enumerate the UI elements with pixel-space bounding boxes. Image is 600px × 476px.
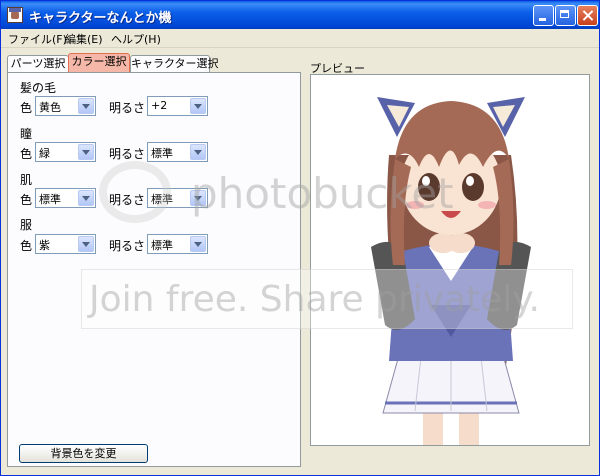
skin-color-value: 標準	[39, 193, 61, 206]
app-window: キャラクターなんとか機 ファイル(F) 編集(E) ヘルプ(H) パーツ選択 カ…	[0, 0, 600, 476]
tab-character[interactable]: キャラクター選択	[130, 55, 219, 72]
preview-panel	[310, 74, 590, 446]
clothes-brightness-label: 明るさ	[109, 239, 146, 253]
chevron-down-icon[interactable]	[78, 98, 94, 114]
section-clothes-title: 服	[20, 218, 33, 232]
hair-brightness-select[interactable]: +2	[147, 96, 208, 116]
chevron-down-icon[interactable]	[190, 236, 206, 252]
chevron-down-icon[interactable]	[78, 144, 94, 160]
eyes-color-label: 色	[20, 147, 33, 161]
clothes-color-select[interactable]: 紫	[35, 234, 96, 254]
tab-parts[interactable]: パーツ選択	[7, 55, 69, 72]
clothes-color-label: 色	[20, 239, 33, 253]
close-button[interactable]	[577, 5, 598, 26]
menu-bar: ファイル(F) 編集(E) ヘルプ(H)	[1, 29, 599, 48]
chevron-down-icon[interactable]	[78, 236, 94, 252]
minimize-button[interactable]	[533, 5, 554, 26]
hair-brightness-value: +2	[151, 99, 168, 112]
chevron-down-icon[interactable]	[190, 98, 206, 114]
eyes-color-select[interactable]: 緑	[35, 142, 96, 162]
tab-color[interactable]: カラー選択	[68, 53, 130, 73]
clothes-brightness-select[interactable]: 標準	[147, 234, 208, 254]
maximize-button[interactable]	[555, 5, 576, 26]
eyes-color-value: 緑	[39, 147, 50, 160]
menu-file[interactable]: ファイル(F)	[8, 31, 67, 47]
section-eyes-title: 瞳	[20, 127, 33, 141]
watermark-line2: Join free. Share privately.	[89, 279, 541, 320]
section-skin-title: 肌	[20, 173, 33, 187]
hair-color-select[interactable]: 黄色	[35, 96, 96, 116]
chevron-down-icon[interactable]	[78, 190, 94, 206]
eyes-brightness-label: 明るさ	[109, 147, 146, 161]
hair-brightness-label: 明るさ	[109, 101, 146, 115]
title-bar[interactable]: キャラクターなんとか機	[1, 1, 599, 29]
clothes-color-value: 紫	[39, 239, 50, 252]
chevron-down-icon[interactable]	[190, 144, 206, 160]
section-hair-title: 髪の毛	[20, 81, 57, 95]
change-background-button[interactable]: 背景色を変更	[19, 444, 148, 463]
hair-color-label: 色	[20, 101, 33, 115]
menu-edit[interactable]: 編集(E)	[65, 31, 103, 47]
menu-help[interactable]: ヘルプ(H)	[111, 31, 161, 47]
watermark-logo	[99, 161, 171, 223]
eyes-brightness-select[interactable]: 標準	[147, 142, 208, 162]
skin-color-label: 色	[20, 193, 33, 207]
clothes-brightness-value: 標準	[151, 239, 173, 252]
window-title: キャラクターなんとか機	[29, 11, 172, 26]
eyes-brightness-value: 標準	[151, 147, 173, 160]
watermark-line1: photobucket	[191, 169, 454, 218]
skin-color-select[interactable]: 標準	[35, 188, 96, 208]
character-preview-image	[371, 97, 531, 445]
app-icon[interactable]	[7, 7, 23, 23]
hair-color-value: 黄色	[39, 101, 61, 114]
